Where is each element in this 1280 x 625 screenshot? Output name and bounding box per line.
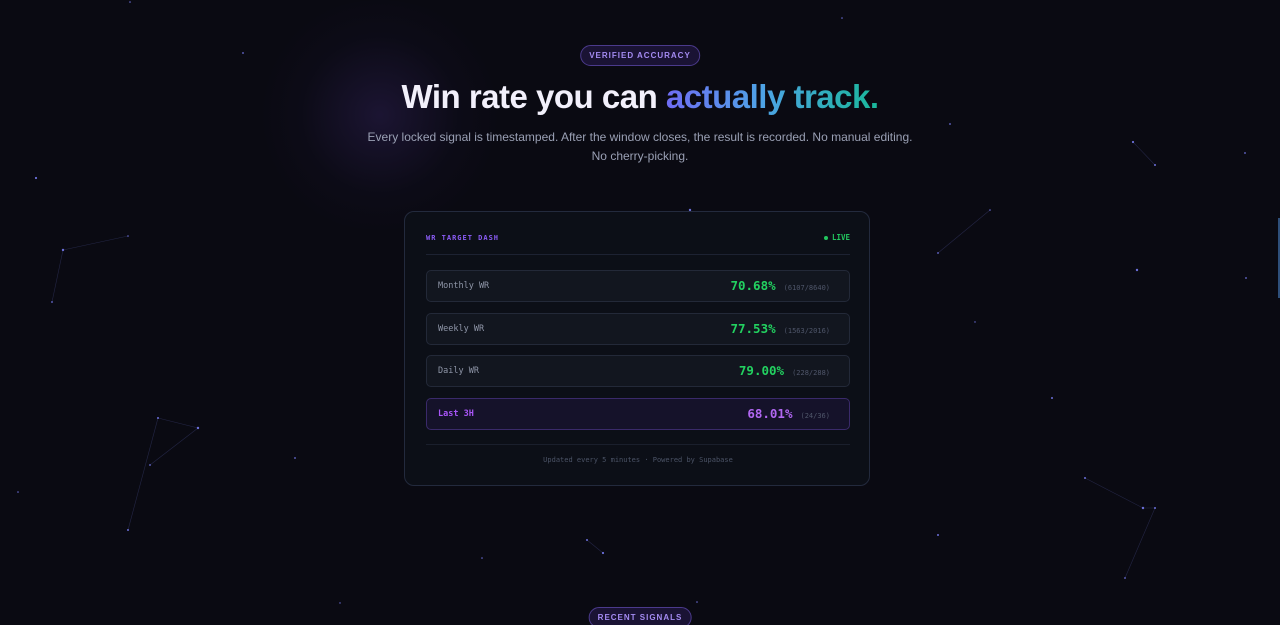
card-divider bbox=[426, 444, 850, 445]
daily-wr-row: Daily WR 79.00% (228/288) bbox=[426, 355, 850, 387]
row-label: Weekly WR bbox=[438, 324, 485, 334]
row-percent: 70.68% bbox=[730, 278, 776, 293]
card-header: WR TARGET DASH LIVE bbox=[426, 233, 850, 255]
row-values: 79.00% (228/288) bbox=[739, 363, 830, 378]
row-label: Last 3H bbox=[438, 409, 474, 419]
page-subtitle: Every locked signal is timestamped. Afte… bbox=[367, 130, 913, 163]
row-label: Daily WR bbox=[438, 366, 479, 376]
row-count: (24/36) bbox=[800, 412, 830, 420]
row-values: 70.68% (6107/8640) bbox=[730, 278, 830, 293]
wr-dashboard-card: WR TARGET DASH LIVE Monthly WR 70.68% (6… bbox=[404, 211, 870, 486]
card-footer-note: Updated every 5 minutes · Powered by Sup… bbox=[543, 456, 733, 464]
row-percent: 68.01% bbox=[747, 406, 793, 421]
row-percent: 79.00% bbox=[738, 363, 785, 378]
row-values: 68.01% (24/36) bbox=[747, 406, 830, 421]
verified-accuracy-badge: VERIFIED ACCURACY bbox=[580, 45, 700, 66]
live-dot-icon bbox=[823, 235, 828, 240]
weekly-wr-row: Weekly WR 77.53% (1563/2016) bbox=[426, 313, 850, 345]
last-3h-row: Last 3H 68.01% (24/36) bbox=[426, 398, 850, 430]
row-percent: 77.53% bbox=[730, 321, 776, 336]
headline-highlight: actually track. bbox=[665, 78, 879, 115]
row-count: (1563/2016) bbox=[783, 327, 830, 335]
recent-signals-badge: RECENT SIGNALS bbox=[588, 607, 692, 625]
row-values: 77.53% (1563/2016) bbox=[730, 321, 830, 336]
monthly-wr-row: Monthly WR 70.68% (6107/8640) bbox=[426, 270, 850, 302]
live-indicator: LIVE bbox=[823, 233, 850, 242]
page: VERIFIED ACCURACY Win rate you can actua… bbox=[0, 0, 1280, 625]
live-label: LIVE bbox=[831, 233, 850, 242]
row-label: Monthly WR bbox=[438, 281, 490, 291]
card-title: WR TARGET DASH bbox=[426, 234, 500, 242]
page-headline: Win rate you can actually track. bbox=[0, 78, 1280, 116]
headline-plain: Win rate you can bbox=[401, 78, 666, 115]
row-count: (228/288) bbox=[792, 369, 830, 377]
row-count: (6107/8640) bbox=[783, 284, 830, 292]
